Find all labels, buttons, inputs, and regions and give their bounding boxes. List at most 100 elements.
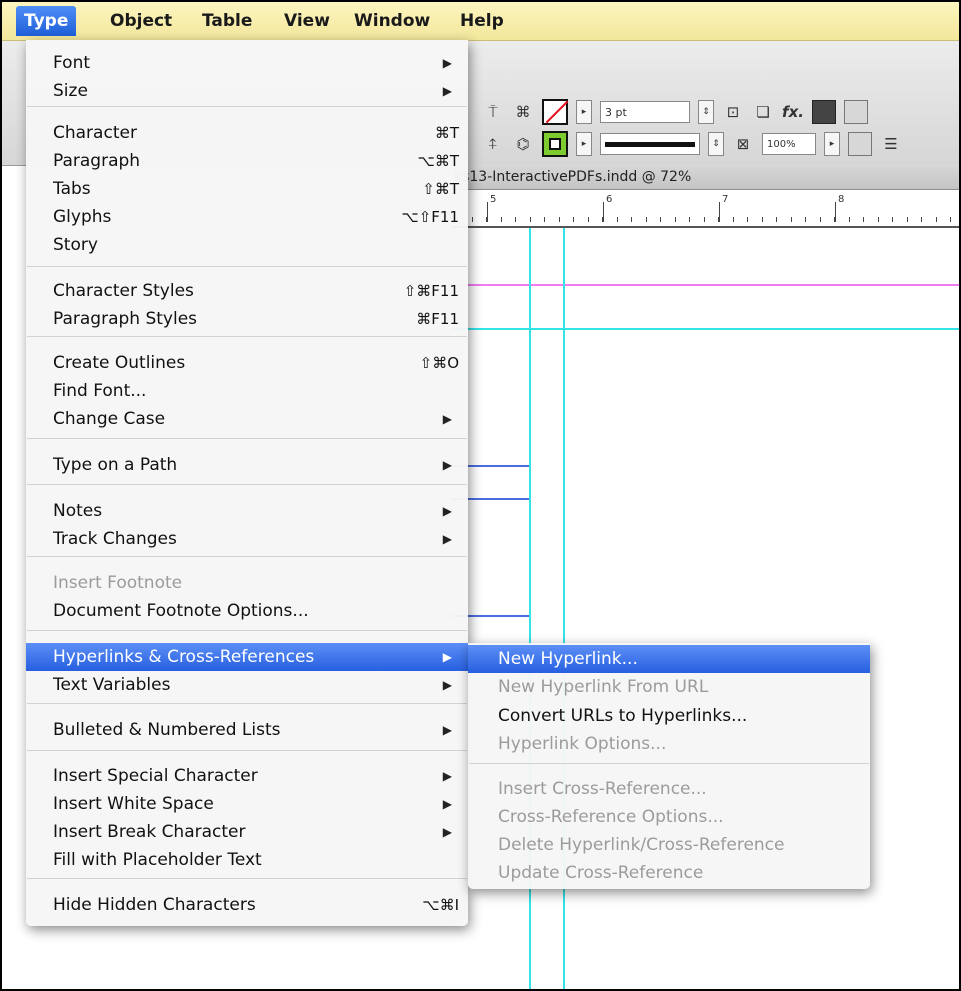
menu-item-notes[interactable]: Notes ▶	[26, 497, 468, 525]
menu-item-hide-hidden-characters[interactable]: Hide Hidden Characters ⌥⌘I	[26, 891, 468, 919]
menu-help[interactable]: Help	[452, 8, 512, 34]
submenu-item-insert-cross-reference: Insert Cross-Reference...	[468, 775, 870, 803]
menu-item-label: Change Case	[53, 409, 166, 429]
menu-item-label: Insert Break Character	[53, 822, 246, 842]
text-wrap-icon[interactable]: ⌘	[512, 101, 534, 123]
menu-item-label: Document Footnote Options...	[53, 601, 309, 621]
menu-item-create-outlines[interactable]: Create Outlines ⇧⌘O	[26, 349, 468, 377]
menu-item-character-styles[interactable]: Character Styles ⇧⌘F11	[26, 277, 468, 305]
align-distribute-icon[interactable]: ☰	[880, 133, 902, 155]
menu-separator	[27, 438, 467, 439]
ruler-tick	[530, 217, 531, 222]
menu-item-paragraph[interactable]: Paragraph ⌥⌘T	[26, 147, 468, 175]
menu-item-text-variables[interactable]: Text Variables ▶	[26, 671, 468, 699]
menu-item-insert-break-character[interactable]: Insert Break Character ▶	[26, 818, 468, 846]
menu-separator	[27, 750, 467, 751]
menu-item-label: Type on a Path	[53, 455, 178, 475]
menu-item-size[interactable]: Size ▶	[26, 77, 468, 105]
drop-shadow-icon[interactable]: ❏	[752, 101, 774, 123]
document-tab[interactable]: ks13-InteractivePDFs.indd @ 72%	[452, 164, 959, 190]
menu-item-label: Character	[53, 123, 137, 143]
menu-item-tabs[interactable]: Tabs ⇧⌘T	[26, 175, 468, 203]
ruler-tick	[704, 217, 705, 222]
ruler-major-tick	[719, 202, 720, 222]
ruler-tick	[515, 217, 516, 222]
stroke-none-swatch[interactable]	[542, 99, 568, 125]
fill-frame-button[interactable]	[812, 100, 836, 124]
menu-item-insert-white-space[interactable]: Insert White Space ▶	[26, 790, 468, 818]
menu-item-label: Paragraph	[53, 151, 141, 171]
menu-item-story[interactable]: Story	[26, 231, 468, 259]
frame-fit-icon[interactable]: ⊡	[722, 101, 744, 123]
ruler-tick	[501, 217, 502, 222]
submenu-item-new-hyperlink-from-url: New Hyperlink From URL	[468, 673, 870, 701]
menu-object[interactable]: Object	[102, 8, 180, 34]
ruler-tick	[849, 217, 850, 222]
menu-item-fill-with-placeholder-text[interactable]: Fill with Placeholder Text	[26, 846, 468, 874]
submenu-item-new-hyperlink[interactable]: New Hyperlink...	[468, 645, 870, 673]
menu-separator	[27, 336, 467, 337]
menu-item-font[interactable]: Font ▶	[26, 49, 468, 77]
submenu-item-label: New Hyperlink...	[498, 649, 638, 669]
stroke-type-field[interactable]	[600, 133, 700, 155]
menu-item-label: Paragraph Styles	[53, 309, 198, 329]
ruler-major-tick	[835, 202, 836, 222]
shortcut-label: ⌥⌘T	[417, 152, 459, 170]
menu-item-character[interactable]: Character ⌘T	[26, 119, 468, 147]
menu-item-track-changes[interactable]: Track Changes ▶	[26, 525, 468, 553]
fill-color-swatch[interactable]	[542, 131, 568, 157]
ruler-tick	[820, 217, 821, 222]
stroke-weight-dropdown[interactable]: ⇕	[698, 100, 714, 124]
menu-item-label: Track Changes	[53, 529, 177, 549]
submenu-arrow-icon: ▶	[442, 458, 452, 472]
shortcut-label: ⌥⇧F11	[401, 208, 459, 226]
stroke-dropdown-arrow[interactable]: ▸	[576, 100, 592, 124]
submenu-item-convert-urls-to-hyperlinks[interactable]: Convert URLs to Hyperlinks...	[468, 702, 870, 730]
ruler-major-tick	[487, 202, 488, 222]
text-wrap-shape-icon[interactable]: ⌬	[512, 133, 534, 155]
align-center-icon[interactable]: ⍏	[482, 133, 504, 155]
type-menu: Font ▶ Size ▶ Character ⌘T Paragraph ⌥⌘T Tabs ⇧⌘T…	[26, 40, 468, 926]
menu-item-label: Glyphs	[53, 207, 112, 227]
menu-item-label: Bulleted & Numbered Lists	[53, 720, 281, 740]
menu-item-find-font[interactable]: Find Font...	[26, 377, 468, 405]
ruler-number: 5	[490, 194, 497, 205]
shortcut-label: ⇧⌘O	[419, 354, 459, 372]
submenu-arrow-icon: ▶	[442, 56, 452, 70]
select-content-button[interactable]	[848, 132, 872, 156]
scale-percent-field[interactable]: 100%	[762, 133, 816, 155]
ruler-tick	[791, 217, 792, 222]
submenu-arrow-icon: ▶	[442, 678, 452, 692]
fx-icon[interactable]: fx.	[782, 101, 804, 123]
shortcut-label: ⌘F11	[416, 310, 459, 328]
menu-item-document-footnote-options[interactable]: Document Footnote Options...	[26, 597, 468, 625]
ruler-tick	[544, 217, 545, 222]
fill-dropdown-arrow[interactable]: ▸	[576, 132, 592, 156]
stroke-weight-field[interactable]: 3 pt	[600, 101, 690, 123]
menu-item-change-case[interactable]: Change Case ▶	[26, 405, 468, 433]
ruler-tick	[907, 217, 908, 222]
menu-type[interactable]: Type	[16, 6, 77, 36]
stroke-type-dropdown[interactable]: ⇕	[708, 132, 724, 156]
menu-item-insert-special-character[interactable]: Insert Special Character ▶	[26, 762, 468, 790]
select-container-button[interactable]	[844, 100, 868, 124]
scale-dropdown-arrow[interactable]: ▸	[824, 132, 840, 156]
shortcut-label: ⇧⌘T	[422, 180, 459, 198]
ruler-number: 7	[722, 194, 729, 205]
menu-item-label: Font	[53, 53, 91, 73]
horizontal-ruler[interactable]: 5 6 7 8	[452, 190, 959, 228]
ruler-tick	[863, 217, 864, 222]
menu-item-type-on-a-path[interactable]: Type on a Path ▶	[26, 451, 468, 479]
menu-item-glyphs[interactable]: Glyphs ⌥⇧F11	[26, 203, 468, 231]
align-top-icon[interactable]: ⍑	[482, 101, 504, 123]
menu-view[interactable]: View	[276, 8, 338, 34]
submenu-arrow-icon: ▶	[442, 825, 452, 839]
menu-separator	[27, 266, 467, 267]
menu-item-hyperlinks-and-cross-references[interactable]: Hyperlinks & Cross-References ▶	[26, 643, 468, 671]
menu-item-bulleted-and-numbered-lists[interactable]: Bulleted & Numbered Lists ▶	[26, 716, 468, 744]
ruler-tick	[617, 217, 618, 222]
hyperlinks-submenu: New Hyperlink... New Hyperlink From URL Co…	[468, 643, 870, 889]
menu-window[interactable]: Window	[346, 8, 438, 34]
menu-item-paragraph-styles[interactable]: Paragraph Styles ⌘F11	[26, 305, 468, 333]
menu-table[interactable]: Table	[194, 8, 260, 34]
